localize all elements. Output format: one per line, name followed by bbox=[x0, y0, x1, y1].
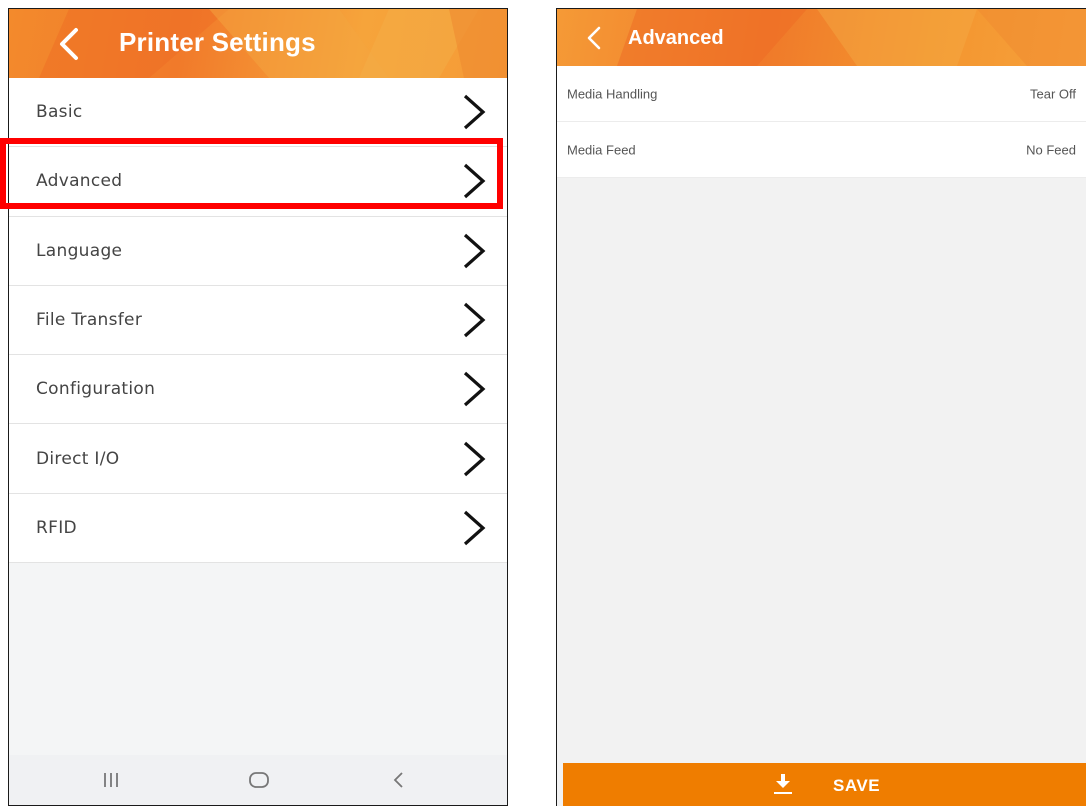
chevron-left-icon bbox=[60, 28, 78, 60]
menu-item-rfid[interactable]: RFID bbox=[9, 493, 507, 564]
printer-settings-screen: Printer Settings Basic Advanced Language… bbox=[8, 8, 508, 806]
settings-menu: Basic Advanced Language File Transfer Co… bbox=[9, 78, 507, 564]
menu-item-file-transfer[interactable]: File Transfer bbox=[9, 285, 507, 356]
back-button[interactable] bbox=[49, 21, 89, 67]
back-icon bbox=[393, 772, 403, 788]
back-button[interactable] bbox=[579, 21, 609, 55]
setting-row-media-handling[interactable]: Media Handling Tear Off bbox=[557, 66, 1086, 122]
setting-row-media-feed[interactable]: Media Feed No Feed bbox=[557, 122, 1086, 178]
save-label: SAVE bbox=[833, 776, 881, 795]
menu-item-language[interactable]: Language bbox=[9, 216, 507, 286]
chevron-right-icon bbox=[463, 302, 486, 338]
home-button[interactable] bbox=[239, 765, 279, 795]
menu-item-direct-io[interactable]: Direct I/O bbox=[9, 424, 507, 494]
menu-item-configuration[interactable]: Configuration bbox=[9, 355, 507, 425]
chevron-right-icon bbox=[463, 441, 486, 476]
save-button[interactable]: SAVE bbox=[563, 763, 1086, 806]
menu-item-label: RFID bbox=[36, 517, 77, 538]
menu-item-label: Advanced bbox=[36, 171, 123, 192]
menu-item-label: File Transfer bbox=[36, 310, 143, 331]
menu-item-basic[interactable]: Basic bbox=[9, 78, 507, 148]
chevron-right-icon bbox=[463, 233, 486, 268]
menu-item-label: Direct I/O bbox=[36, 448, 120, 469]
recent-apps-icon bbox=[104, 773, 118, 787]
menu-item-label: Configuration bbox=[36, 379, 156, 400]
app-header: Printer Settings bbox=[9, 9, 507, 78]
chevron-left-icon bbox=[587, 26, 601, 50]
app-header: Advanced bbox=[557, 9, 1086, 66]
advanced-settings-screen: Advanced Media Handling Tear Off Media F… bbox=[556, 8, 1086, 806]
download-icon bbox=[774, 774, 792, 794]
system-navigation-bar bbox=[9, 755, 507, 805]
chevron-right-icon bbox=[463, 372, 486, 407]
chevron-right-icon bbox=[463, 510, 486, 546]
setting-value: Tear Off bbox=[1029, 86, 1076, 101]
page-title: Advanced bbox=[628, 27, 724, 49]
setting-label: Media Handling bbox=[567, 86, 658, 101]
page-title: Printer Settings bbox=[119, 27, 316, 57]
chevron-right-icon bbox=[463, 94, 486, 130]
home-icon bbox=[249, 772, 269, 788]
menu-item-label: Basic bbox=[36, 102, 83, 123]
setting-value: No Feed bbox=[1026, 142, 1076, 157]
system-back-button[interactable] bbox=[379, 765, 419, 795]
menu-item-advanced[interactable]: Advanced bbox=[9, 147, 507, 217]
chevron-right-icon bbox=[463, 164, 486, 199]
menu-item-label: Language bbox=[36, 240, 123, 261]
recent-apps-button[interactable] bbox=[91, 765, 131, 795]
advanced-settings-list: Media Handling Tear Off Media Feed No Fe… bbox=[557, 66, 1086, 178]
setting-label: Media Feed bbox=[567, 142, 636, 157]
